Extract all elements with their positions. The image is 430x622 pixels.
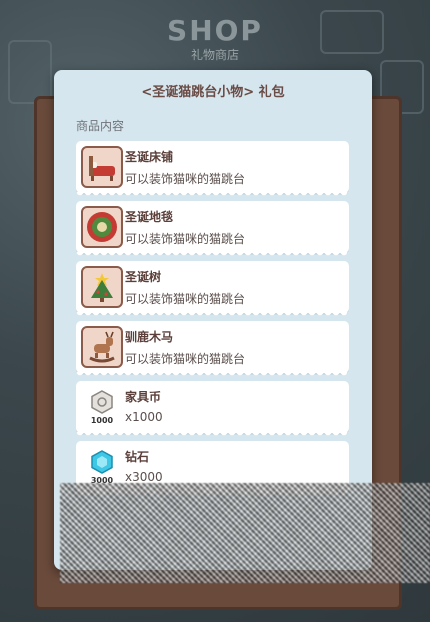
coin-amount-badge: 1000	[90, 416, 114, 425]
pack-item: 圣诞床铺 可以装饰猫咪的猫跳台	[76, 141, 349, 196]
item-name: 圣诞树	[125, 270, 162, 284]
pack-item: 圣诞树 可以装饰猫咪的猫跳台	[76, 261, 349, 316]
contents-label: 商品内容	[76, 119, 125, 133]
item-description: 可以装饰猫咪的猫跳台	[125, 292, 246, 306]
item-name: 家具币	[125, 390, 162, 404]
item-name: 圣诞床铺	[125, 150, 174, 164]
item-description: 可以装饰猫咪的猫跳台	[125, 172, 246, 186]
pack-item: 圣诞地毯 可以装饰猫咪的猫跳台	[76, 201, 349, 256]
item-name: 驯鹿木马	[125, 330, 174, 344]
christmas-rug-icon	[81, 206, 123, 248]
pack-item: 驯鹿木马 可以装饰猫咪的猫跳台	[76, 321, 349, 376]
reindeer-rocking-horse-icon	[81, 326, 123, 368]
christmas-bed-icon	[81, 146, 123, 188]
shop-subtitle: 礼物商店	[190, 48, 239, 62]
shop-title: SHOP	[167, 14, 263, 47]
item-description: 可以装饰猫咪的猫跳台	[125, 232, 246, 246]
furniture-coin-icon: 1000	[81, 386, 123, 428]
diamond-icon: 3000	[81, 446, 123, 488]
item-name: 圣诞地毯	[125, 210, 174, 224]
item-name: 钻石	[125, 450, 150, 464]
item-description: x3000	[125, 470, 163, 484]
item-description: x1000	[125, 410, 163, 424]
pack-item: 1000 家具币 x1000	[76, 381, 349, 436]
christmas-tree-icon	[81, 266, 123, 308]
item-description: 可以装饰猫咪的猫跳台	[125, 352, 246, 366]
obscured-region	[60, 483, 430, 583]
dialog-title: <圣诞猫跳台小物> 礼包	[141, 85, 285, 100]
